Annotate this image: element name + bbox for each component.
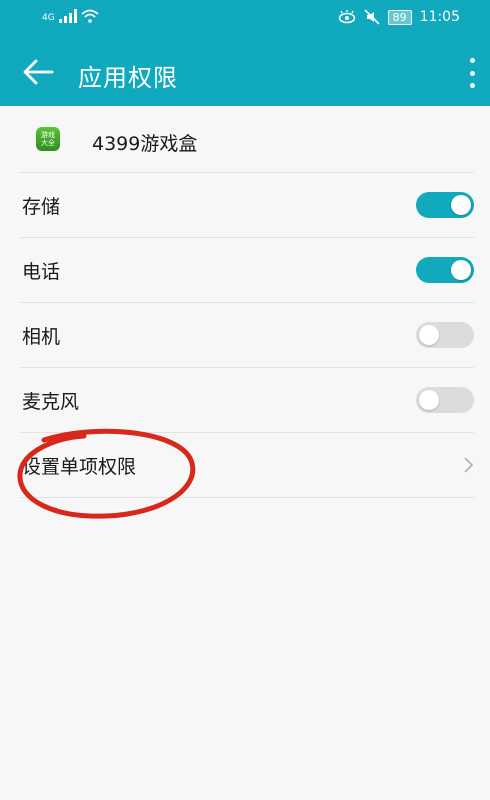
single-permission-settings-row[interactable]: 设置单项权限 <box>0 433 490 497</box>
toggle-knob <box>451 195 471 215</box>
toggle-knob <box>419 390 439 410</box>
mute-icon <box>364 9 380 25</box>
status-icons: 89 11:05 <box>338 9 460 25</box>
permission-row-phone[interactable]: 电话 <box>0 238 490 302</box>
app-icon: 游戏 大全 <box>36 127 60 151</box>
permission-row-microphone[interactable]: 麦克风 <box>0 368 490 432</box>
permission-label: 相机 <box>22 326 61 348</box>
app-name: 4399游戏盒 <box>92 133 198 155</box>
back-arrow-icon[interactable] <box>22 58 54 86</box>
chevron-right-icon <box>464 457 474 473</box>
divider <box>20 497 474 498</box>
toggle-knob <box>419 325 439 345</box>
permission-label: 存储 <box>22 196 61 218</box>
single-permission-label: 设置单项权限 <box>22 456 137 478</box>
app-icon-text-bottom: 大全 <box>41 139 55 147</box>
storage-toggle[interactable] <box>416 192 474 218</box>
wifi-icon <box>81 9 99 23</box>
page-title: 应用权限 <box>78 64 178 92</box>
network-type-label: 4G <box>42 13 55 23</box>
more-options-icon[interactable] <box>466 58 478 88</box>
permission-label: 麦克风 <box>22 391 80 413</box>
toggle-knob <box>451 260 471 280</box>
microphone-toggle[interactable] <box>416 387 474 413</box>
app-icon-text-top: 游戏 <box>41 131 55 139</box>
signal-area: 4G <box>42 9 99 23</box>
eye-comfort-icon <box>338 10 355 24</box>
status-bar: 4G 89 11:05 <box>0 0 490 38</box>
phone-toggle[interactable] <box>416 257 474 283</box>
permission-label: 电话 <box>22 261 61 283</box>
permission-row-storage[interactable]: 存储 <box>0 173 490 237</box>
battery-icon: 89 <box>387 9 412 25</box>
camera-toggle[interactable] <box>416 322 474 348</box>
permission-row-camera[interactable]: 相机 <box>0 303 490 367</box>
clock: 11:05 <box>419 9 460 25</box>
signal-icon <box>58 9 77 23</box>
app-bar: 应用权限 <box>0 38 490 106</box>
app-info-row: 游戏 大全 4399游戏盒 <box>0 106 490 172</box>
